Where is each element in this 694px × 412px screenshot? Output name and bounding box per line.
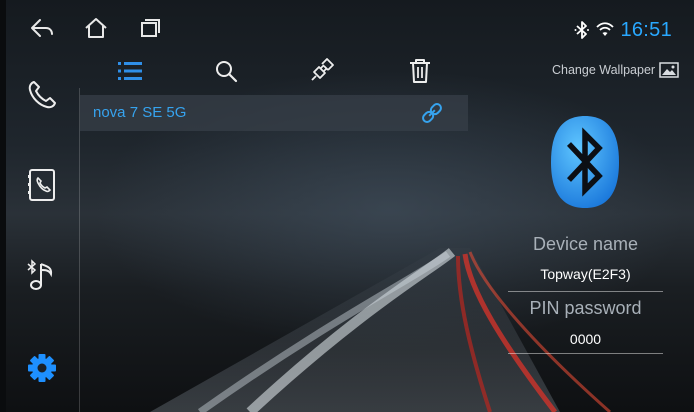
link-icon[interactable] <box>420 101 444 125</box>
device-name-divider <box>508 291 663 292</box>
bluetooth-settings-screen: 16:51 nova 7 SE 5G Change Wallpaper Devi… <box>0 0 694 412</box>
sidebar <box>6 48 78 412</box>
sidebar-item-phone[interactable] <box>24 75 60 115</box>
status-bar: 16:51 <box>6 8 694 48</box>
wallpaper-icon <box>659 62 679 78</box>
sidebar-item-settings[interactable] <box>24 348 60 388</box>
phone-icon <box>28 81 56 109</box>
device-list-icon <box>118 62 142 80</box>
clock: 16:51 <box>620 18 672 41</box>
search-icon <box>216 61 238 83</box>
gear-icon <box>28 354 56 382</box>
back-icon[interactable] <box>22 8 62 48</box>
wifi-icon <box>596 22 615 36</box>
status-indicators: 16:51 <box>574 16 672 44</box>
delete-icon <box>410 59 430 83</box>
home-icon[interactable] <box>76 8 116 48</box>
paired-device-name: nova 7 SE 5G <box>93 104 187 121</box>
bluetooth-logo-icon <box>551 116 619 208</box>
sidebar-divider <box>79 88 80 412</box>
contacts-icon <box>28 169 55 201</box>
pin-password-divider <box>508 353 663 354</box>
pin-password-label: PIN password <box>529 298 642 318</box>
device-list-item[interactable]: nova 7 SE 5G <box>80 95 468 131</box>
change-wallpaper-label: Change Wallpaper <box>552 63 656 77</box>
device-name-label: Device name <box>532 234 639 254</box>
sidebar-item-contacts[interactable] <box>24 165 60 205</box>
device-name-value[interactable]: Topway(E2F3) <box>508 266 663 282</box>
recent-apps-icon[interactable] <box>130 8 170 48</box>
sidebar-item-bluetooth-music[interactable] <box>24 256 60 296</box>
pin-password-value[interactable]: 0000 <box>508 331 663 347</box>
disconnect-button[interactable] <box>304 54 340 88</box>
delete-button[interactable] <box>402 54 438 88</box>
disconnect-icon <box>311 58 334 81</box>
change-wallpaper-button[interactable]: Change Wallpaper <box>552 60 679 80</box>
bluetooth-status-icon <box>574 21 590 39</box>
device-list-button[interactable] <box>112 54 148 88</box>
bluetooth-music-icon <box>27 259 53 290</box>
search-button[interactable] <box>208 54 244 88</box>
